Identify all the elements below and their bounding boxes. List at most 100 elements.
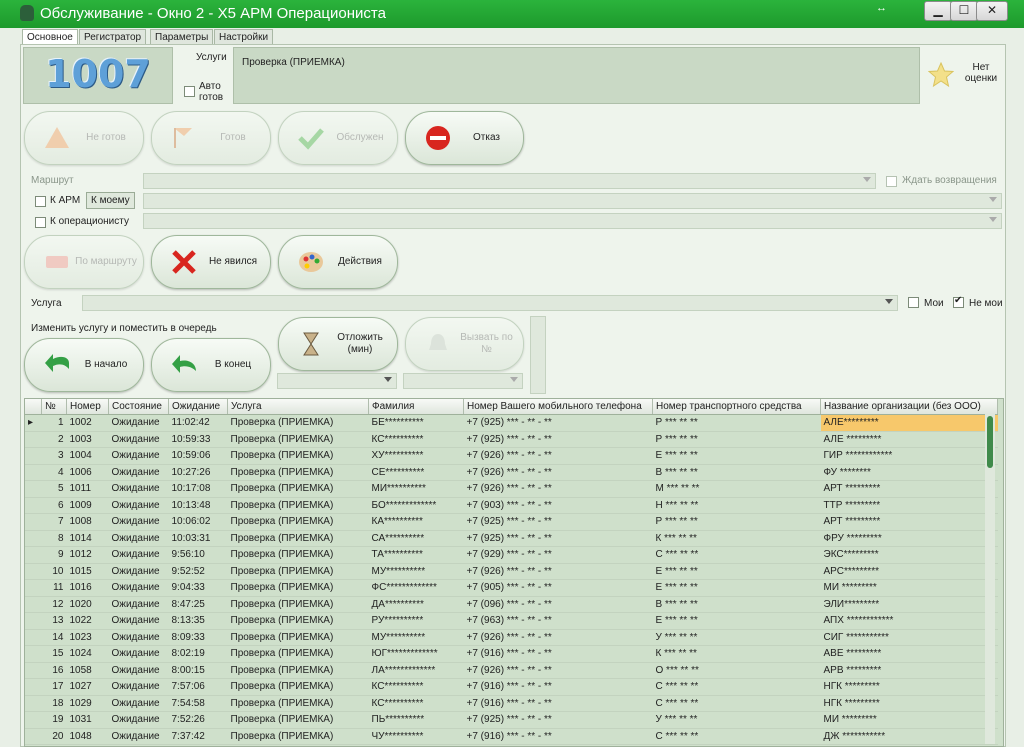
- rating-label: Нет оценки: [962, 62, 1000, 84]
- services-field[interactable]: Проверка (ПРИЕМКА): [233, 47, 920, 104]
- cell-num: 20: [42, 728, 67, 745]
- table-row[interactable]: 151024Ожидание8:02:19Проверка (ПРИЕМКА)Ю…: [25, 646, 998, 663]
- cell-number: 1012: [67, 547, 109, 564]
- refuse-button[interactable]: Отказ: [405, 111, 524, 165]
- cell-organization: СИГ ***********: [821, 629, 998, 646]
- cell-wait: 9:52:52: [169, 563, 228, 580]
- resize-icon[interactable]: ↔: [876, 2, 887, 14]
- cell-number: 1058: [67, 662, 109, 679]
- close-button[interactable]: ✕: [976, 1, 1008, 21]
- to-mine-button[interactable]: К моему: [86, 192, 135, 209]
- table-row[interactable]: 81014Ожидание10:03:31Проверка (ПРИЕМКА)С…: [25, 530, 998, 547]
- cell-organization: АРС*********: [821, 563, 998, 580]
- table-row[interactable]: 21003Ожидание10:59:33Проверка (ПРИЕМКА)К…: [25, 431, 998, 448]
- cell-status: Ожидание: [109, 481, 169, 498]
- no-show-button[interactable]: Не явился: [151, 235, 271, 289]
- cell-phone: +7 (096) *** - ** - **: [464, 596, 653, 613]
- col-service[interactable]: Услуга: [228, 399, 369, 415]
- to-operator-checkbox[interactable]: [35, 217, 46, 228]
- cell-service: Проверка (ПРИЕМКА): [228, 547, 369, 564]
- table-row[interactable]: 161058Ожидание8:00:15Проверка (ПРИЕМКА)Л…: [25, 662, 998, 679]
- tab-parameters[interactable]: Параметры: [150, 29, 213, 45]
- table-row[interactable]: 201048Ожидание7:37:42Проверка (ПРИЕМКА)Ч…: [25, 728, 998, 745]
- table-row[interactable]: 181029Ожидание7:54:58Проверка (ПРИЕМКА)К…: [25, 695, 998, 712]
- served-button[interactable]: Обслужен: [278, 111, 398, 165]
- table-row[interactable]: 131022Ожидание8:13:35Проверка (ПРИЕМКА)Р…: [25, 613, 998, 630]
- col-surname[interactable]: Фамилия: [369, 399, 464, 415]
- postpone-minutes-select[interactable]: [277, 373, 397, 389]
- table-row[interactable]: 41006Ожидание10:27:26Проверка (ПРИЕМКА)С…: [25, 464, 998, 481]
- ready-button[interactable]: Готов: [151, 111, 271, 165]
- col-vehicle[interactable]: Номер транспортного средства: [653, 399, 821, 415]
- call-number-select[interactable]: [403, 373, 523, 389]
- postpone-button[interactable]: Отложить (мин): [278, 317, 398, 371]
- operator-select[interactable]: [143, 213, 1002, 229]
- table-row[interactable]: 121020Ожидание8:47:25Проверка (ПРИЕМКА)Д…: [25, 596, 998, 613]
- cell-surname: КС**********: [369, 695, 464, 712]
- tab-settings[interactable]: Настройки: [214, 29, 273, 45]
- cell-service: Проверка (ПРИЕМКА): [228, 497, 369, 514]
- row-indicator: [25, 646, 42, 663]
- cell-vehicle: С *** ** **: [653, 695, 821, 712]
- cell-vehicle: К *** ** **: [653, 646, 821, 663]
- cell-num: 3: [42, 448, 67, 465]
- queue-table: № Номер Состояние Ожидание Услуга Фамили…: [24, 398, 1004, 747]
- arm-select[interactable]: [143, 193, 1002, 209]
- splitter[interactable]: [530, 316, 546, 394]
- cell-service: Проверка (ПРИЕМКА): [228, 431, 369, 448]
- col-organization[interactable]: Название организации (без ООО): [821, 399, 998, 415]
- cell-wait: 11:02:42: [169, 415, 228, 432]
- table-row[interactable]: 71008Ожидание10:06:02Проверка (ПРИЕМКА)К…: [25, 514, 998, 531]
- cell-wait: 8:09:33: [169, 629, 228, 646]
- table-row[interactable]: 101015Ожидание9:52:52Проверка (ПРИЕМКА)М…: [25, 563, 998, 580]
- col-wait[interactable]: Ожидание: [169, 399, 228, 415]
- tab-registrar[interactable]: Регистратор: [79, 29, 146, 45]
- table-row[interactable]: 111016Ожидание9:04:33Проверка (ПРИЕМКА)Ф…: [25, 580, 998, 597]
- service-select[interactable]: [82, 295, 898, 311]
- cell-vehicle: С *** ** **: [653, 547, 821, 564]
- by-route-button[interactable]: По маршруту: [24, 235, 144, 289]
- table-row[interactable]: 141023Ожидание8:09:33Проверка (ПРИЕМКА)М…: [25, 629, 998, 646]
- ticket-number: 1007: [24, 52, 172, 96]
- scrollbar-thumb[interactable]: [987, 416, 993, 468]
- cell-service: Проверка (ПРИЕМКА): [228, 530, 369, 547]
- col-status[interactable]: Состояние: [109, 399, 169, 415]
- table-row[interactable]: 191031Ожидание7:52:26Проверка (ПРИЕМКА)П…: [25, 712, 998, 729]
- not-ready-button[interactable]: Не готов: [24, 111, 144, 165]
- actions-button[interactable]: Действия: [278, 235, 398, 289]
- cell-phone: +7 (925) *** - ** - **: [464, 415, 653, 432]
- cell-surname: БО*************: [369, 497, 464, 514]
- cell-number: 1011: [67, 481, 109, 498]
- row-indicator: [25, 448, 42, 465]
- cell-phone: +7 (929) *** - ** - **: [464, 547, 653, 564]
- table-row[interactable]: 51011Ожидание10:17:08Проверка (ПРИЕМКА)М…: [25, 481, 998, 498]
- not-mine-label: Не мои: [969, 298, 1003, 309]
- cell-organization: МИ *********: [821, 580, 998, 597]
- cell-num: 11: [42, 580, 67, 597]
- not-mine-checkbox[interactable]: [953, 297, 964, 308]
- cell-service: Проверка (ПРИЕМКА): [228, 415, 369, 432]
- table-scrollbar[interactable]: [985, 414, 995, 744]
- minimize-button[interactable]: ▁: [924, 1, 952, 21]
- table-row[interactable]: 91012Ожидание9:56:10Проверка (ПРИЕМКА)ТА…: [25, 547, 998, 564]
- route-select[interactable]: [143, 173, 876, 189]
- to-start-button[interactable]: В начало: [24, 338, 144, 392]
- col-num[interactable]: №: [42, 399, 67, 415]
- cell-num: 15: [42, 646, 67, 663]
- cell-phone: +7 (926) *** - ** - **: [464, 481, 653, 498]
- table-row[interactable]: 31004Ожидание10:59:06Проверка (ПРИЕМКА)Х…: [25, 448, 998, 465]
- to-arm-checkbox[interactable]: [35, 196, 46, 207]
- table-row[interactable]: 171027Ожидание7:57:06Проверка (ПРИЕМКА)К…: [25, 679, 998, 696]
- to-end-button[interactable]: В конец: [151, 338, 271, 392]
- cell-num: 14: [42, 629, 67, 646]
- call-by-number-button[interactable]: Вызвать по №: [405, 317, 524, 371]
- mine-checkbox[interactable]: [908, 297, 919, 308]
- auto-ready-checkbox[interactable]: [184, 86, 195, 97]
- row-indicator: [25, 728, 42, 745]
- table-row[interactable]: 61009Ожидание10:13:48Проверка (ПРИЕМКА)Б…: [25, 497, 998, 514]
- col-phone[interactable]: Номер Вашего мобильного телефона: [464, 399, 653, 415]
- maximize-button[interactable]: ☐: [950, 1, 978, 21]
- wait-return-checkbox[interactable]: [886, 176, 897, 187]
- table-row[interactable]: ▸11002Ожидание11:02:42Проверка (ПРИЕМКА)…: [25, 415, 998, 432]
- col-number[interactable]: Номер: [67, 399, 109, 415]
